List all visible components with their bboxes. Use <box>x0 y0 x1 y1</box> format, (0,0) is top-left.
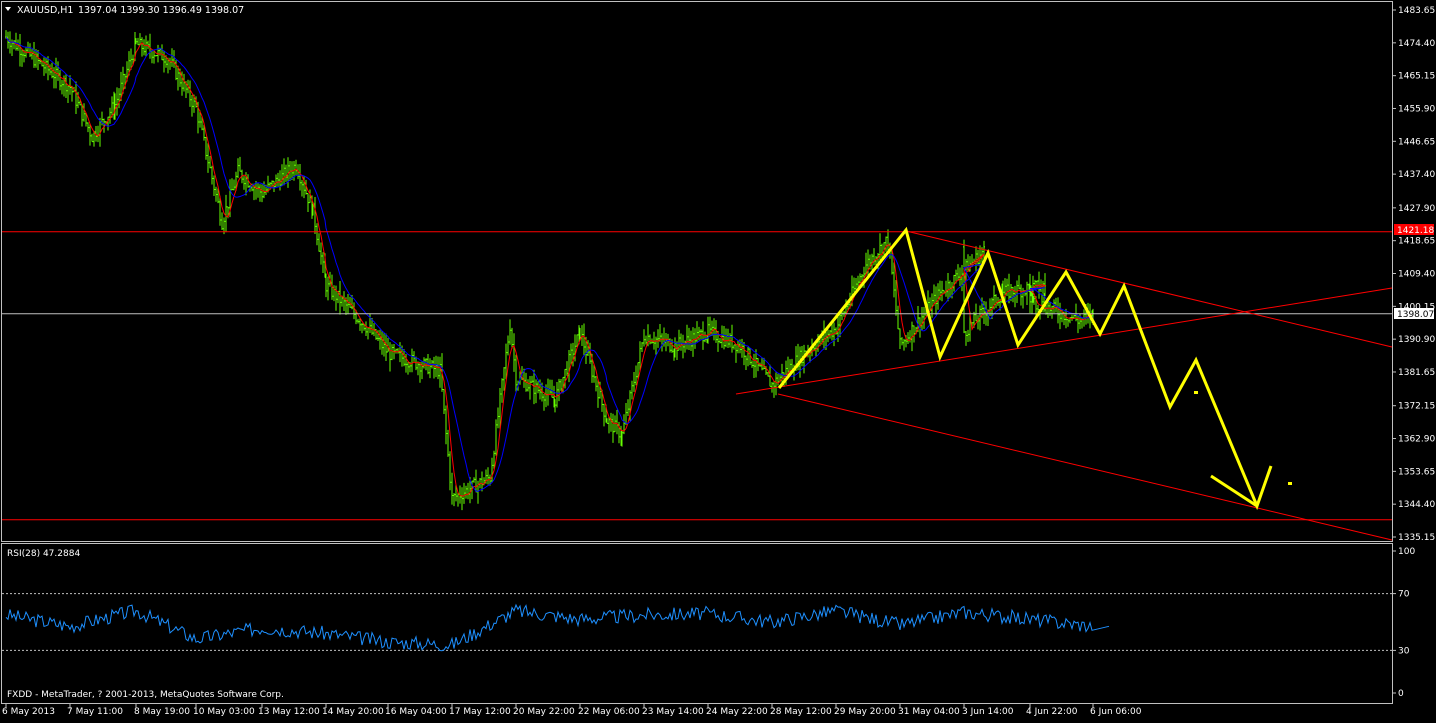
time-tick-label: 28 May 12:00 <box>770 707 832 717</box>
ohlc-label: 1397.04 1399.30 1396.49 1398.07 <box>78 5 244 16</box>
price-tick-label: 1335.15 <box>1398 533 1435 543</box>
time-tick-label: 17 May 12:00 <box>449 707 511 717</box>
price-tick-label: 1437.40 <box>1398 170 1435 180</box>
ma-fast-line <box>5 36 1094 497</box>
level-price-label: 1421.18 <box>1397 226 1434 236</box>
time-tick-label: 24 May 22:00 <box>706 707 768 717</box>
time-tick-label: 6 Jun 06:00 <box>1090 707 1142 717</box>
ma-slow-line <box>5 36 1094 492</box>
rsi-panel-frame <box>1 543 1393 704</box>
price-tick-label: 1381.65 <box>1398 368 1435 378</box>
time-tick-label: 6 May 2013 <box>2 707 55 717</box>
pattern-drawing-layer <box>777 226 1292 511</box>
time-tick-label: 8 May 19:00 <box>134 707 190 717</box>
price-tick-label: 1465.15 <box>1398 72 1435 82</box>
level-lines-layer <box>2 231 1392 521</box>
time-tick-label: 7 May 11:00 <box>67 707 123 717</box>
price-tick-label: 1455.90 <box>1398 104 1435 114</box>
time-tick-label: 20 May 22:00 <box>513 707 575 717</box>
price-tick-label: 1353.65 <box>1398 467 1435 477</box>
time-tick-label: 3 Jun 14:00 <box>962 707 1014 717</box>
zigzag-projection[interactable] <box>777 226 1273 511</box>
price-panel-frame <box>1 1 1393 542</box>
copyright-footer: FXDD - MetaTrader, ? 2001-2013, MetaQuot… <box>7 690 284 700</box>
current-price-label: 1398.07 <box>1397 310 1434 320</box>
symbol-label: XAUUSD,H1 <box>17 5 73 16</box>
candles-layer <box>5 30 1094 511</box>
time-axis: 6 May 2013 7 May 11:00 8 May 19:00 10 May 0… <box>2 703 1142 717</box>
rsi-tick-label: 30 <box>1398 646 1410 656</box>
price-axis: 1483.65 1474.40 1465.15 1455.90 1446.65 1437.… <box>1392 6 1435 543</box>
price-tick-label: 1474.40 <box>1398 39 1435 49</box>
lower-channel-line[interactable] <box>777 393 1393 541</box>
price-tick-label: 1409.40 <box>1398 270 1435 280</box>
price-tick-label: 1390.90 <box>1398 335 1435 345</box>
price-tick-label: 1344.40 <box>1398 500 1435 510</box>
time-tick-label: 22 May 06:00 <box>578 707 640 717</box>
time-tick-label: 23 May 14:00 <box>642 707 704 717</box>
mt4-chart-window: 1483.65 1474.40 1465.15 1455.90 1446.65 1437.… <box>0 0 1436 719</box>
rsi-line <box>5 603 1110 652</box>
level-price-tag: 1421.18 <box>1394 224 1434 236</box>
chart-header: XAUUSD,H1 1397.04 1399.30 1396.49 1398.0… <box>5 5 244 16</box>
rsi-tick-label: 100 <box>1398 547 1415 557</box>
price-tick-label: 1483.65 <box>1398 6 1435 16</box>
time-tick-label: 29 May 20:00 <box>834 707 896 717</box>
time-tick-label: 16 May 04:00 <box>385 707 447 717</box>
time-tick-label: 4 Jun 22:00 <box>1026 707 1078 717</box>
current-price-tag: 1398.07 <box>1394 308 1434 320</box>
rsi-tick-label: 0 <box>1398 689 1404 699</box>
time-tick-label: 10 May 03:00 <box>193 707 255 717</box>
dropdown-triangle-icon[interactable] <box>5 7 11 11</box>
pattern-dot <box>1288 482 1292 485</box>
descending-trendline[interactable] <box>905 230 1393 348</box>
price-tick-label: 1427.90 <box>1398 204 1435 214</box>
time-tick-label: 14 May 20:00 <box>322 707 384 717</box>
chart-canvas[interactable]: 1483.65 1474.40 1465.15 1455.90 1446.65 1437.… <box>0 0 1436 719</box>
time-tick-label: 31 May 04:00 <box>898 707 960 717</box>
rsi-tick-label: 70 <box>1398 590 1410 600</box>
price-tick-label: 1362.90 <box>1398 435 1435 445</box>
time-tick-label: 13 May 12:00 <box>258 707 320 717</box>
price-tick-label: 1446.65 <box>1398 137 1435 147</box>
rsi-layer: 100 70 30 0 <box>2 547 1415 699</box>
price-tick-label: 1372.15 <box>1398 402 1435 412</box>
pattern-dot <box>1194 391 1198 394</box>
moving-averages-layer <box>5 36 1094 497</box>
rsi-title: RSI(28) 47.2884 <box>7 549 80 559</box>
price-tick-label: 1418.65 <box>1398 237 1435 247</box>
